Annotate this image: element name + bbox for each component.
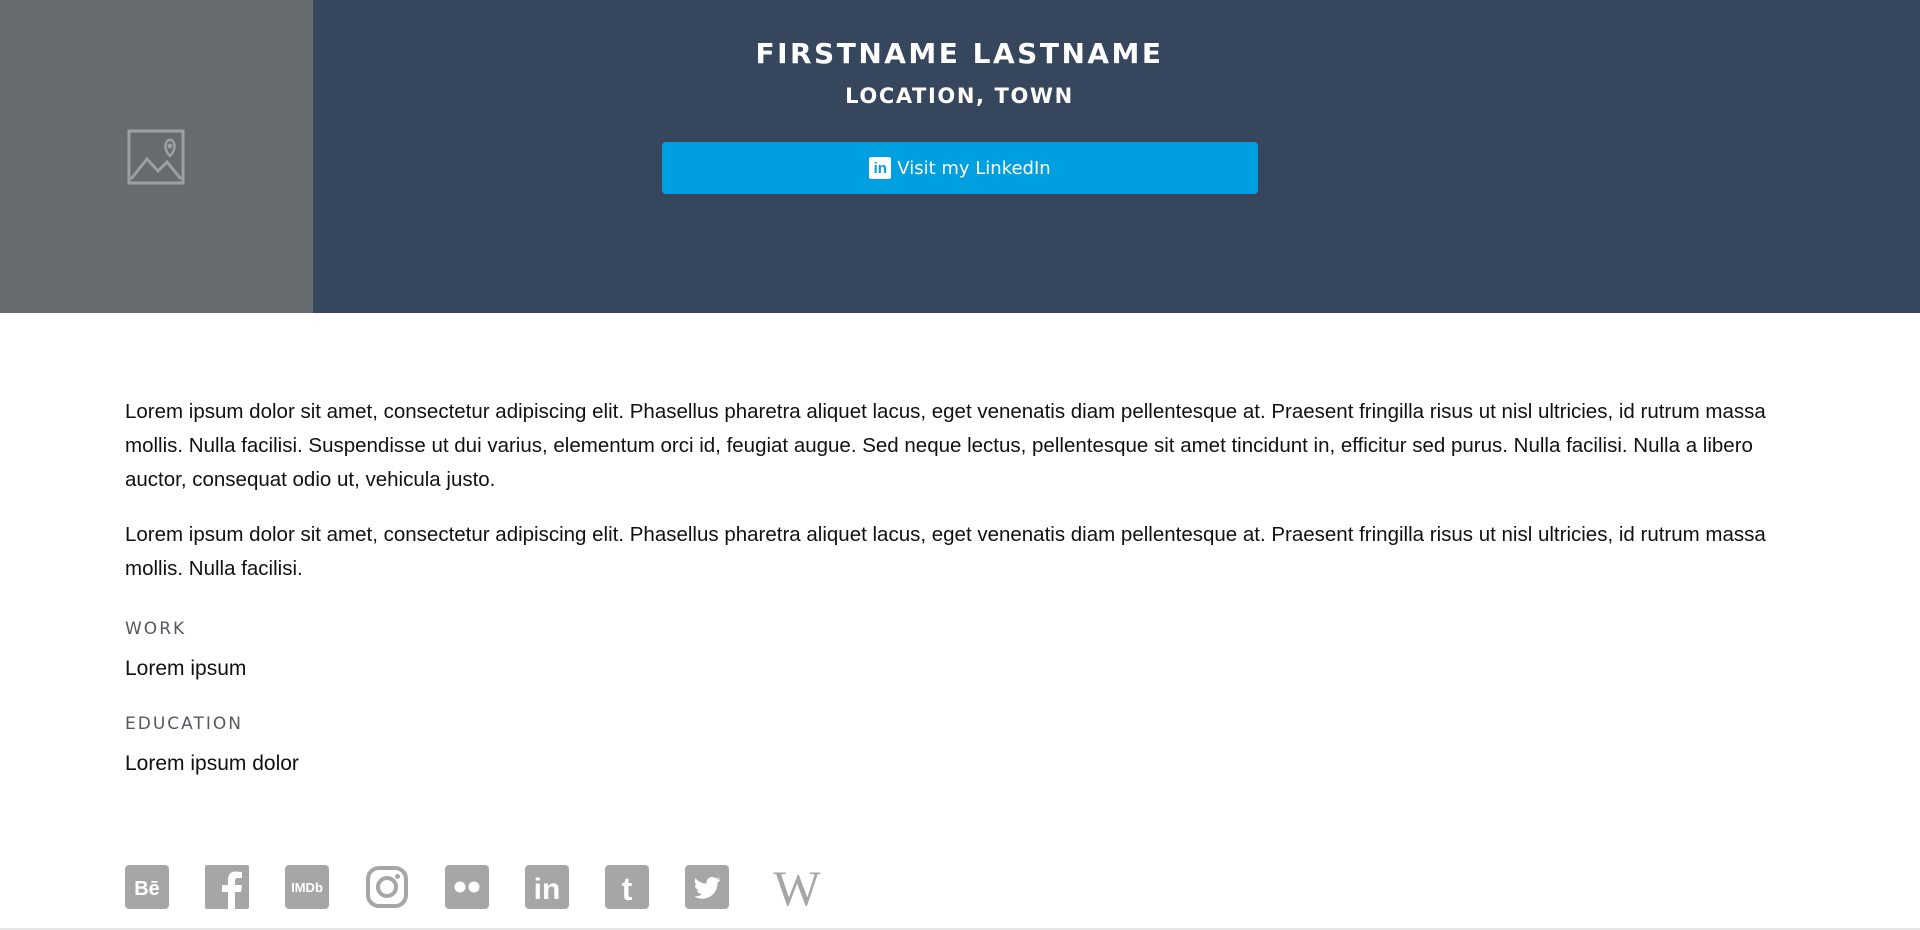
tumblr-link[interactable]: t — [605, 865, 649, 909]
svg-text:t: t — [622, 871, 633, 907]
linkedin-link[interactable]: in — [525, 865, 569, 909]
linkedin-button[interactable]: in Visit my LinkedIn — [662, 142, 1258, 194]
education-label: EDUCATION — [125, 714, 243, 734]
behance-link[interactable]: Bē — [125, 865, 169, 909]
flickr-link[interactable] — [445, 865, 489, 909]
profile-name: FIRSTNAME LASTNAME — [755, 37, 1164, 70]
facebook-link[interactable] — [205, 865, 249, 909]
svg-text:Bē: Bē — [134, 878, 160, 900]
behance-icon: Bē — [125, 865, 169, 909]
instagram-link[interactable] — [365, 865, 409, 909]
profile-location: LOCATION, TOWN — [845, 84, 1074, 108]
bio-paragraph: Lorem ipsum dolor sit amet, consectetur … — [125, 523, 1766, 580]
bio-paragraph: Lorem ipsum dolor sit amet, consectetur … — [125, 400, 1766, 491]
svg-text:IMDb: IMDb — [291, 880, 323, 895]
instagram-icon — [366, 866, 408, 908]
imdb-icon: IMDb — [285, 865, 329, 909]
svg-text:in: in — [534, 873, 561, 906]
image-placeholder-icon — [127, 129, 185, 185]
svg-text:W: W — [773, 864, 821, 910]
tumblr-icon: t — [605, 865, 649, 909]
profile-photo-placeholder — [0, 0, 313, 313]
wikipedia-link[interactable]: W — [765, 864, 829, 910]
linkedin-icon: in — [525, 865, 569, 909]
social-links: Bē IMDb in t W — [125, 864, 865, 910]
work-label: WORK — [125, 619, 187, 639]
education-value: Lorem ipsum dolor — [125, 752, 299, 775]
profile-content: Lorem ipsum dolor sit amet, consectetur … — [125, 395, 1805, 776]
wikipedia-icon: W — [773, 864, 821, 910]
twitter-icon — [685, 865, 729, 909]
imdb-link[interactable]: IMDb — [285, 865, 329, 909]
work-value: Lorem ipsum — [125, 657, 247, 680]
flickr-icon — [445, 865, 489, 909]
profile-header: FIRSTNAME LASTNAME LOCATION, TOWN in Vis… — [0, 0, 1920, 313]
linkedin-button-label: Visit my LinkedIn — [897, 157, 1051, 179]
linkedin-icon: in — [869, 157, 892, 179]
twitter-link[interactable] — [685, 865, 729, 909]
facebook-icon — [205, 865, 249, 909]
